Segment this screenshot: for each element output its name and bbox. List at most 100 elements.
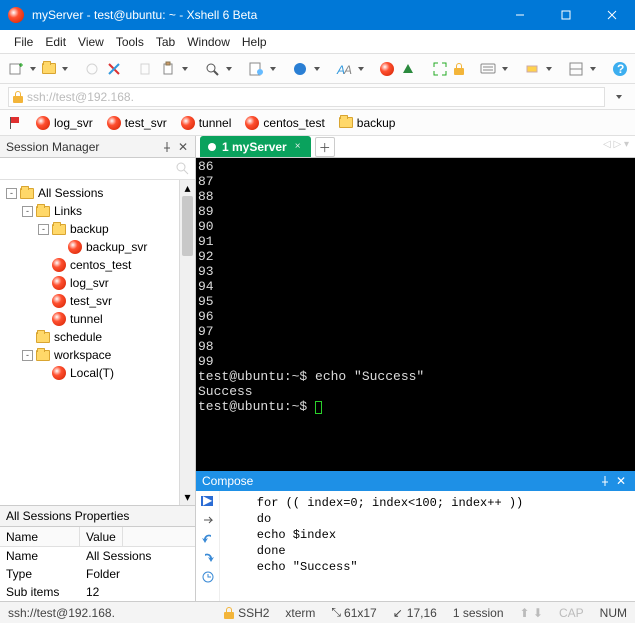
menu-file[interactable]: File bbox=[14, 35, 33, 49]
find-icon[interactable] bbox=[204, 59, 220, 79]
font-dropdown[interactable] bbox=[358, 67, 364, 71]
tree-item[interactable]: tunnel bbox=[0, 310, 179, 328]
link-label: test_svr bbox=[125, 116, 167, 130]
expand-toggle-icon[interactable]: - bbox=[6, 188, 17, 199]
compose-close-icon[interactable]: ✕ bbox=[613, 474, 629, 488]
compose-redo-icon[interactable] bbox=[199, 550, 217, 566]
expand-toggle-icon[interactable]: - bbox=[22, 206, 33, 217]
session-search-input[interactable] bbox=[4, 160, 175, 178]
tab-close-icon[interactable]: × bbox=[293, 142, 303, 152]
xftp-icon[interactable] bbox=[400, 59, 416, 79]
layout-icon[interactable] bbox=[568, 59, 584, 79]
compose-pin-icon[interactable] bbox=[597, 476, 613, 486]
col-name[interactable]: Name bbox=[0, 527, 80, 546]
new-session-dropdown[interactable] bbox=[30, 67, 36, 71]
address-bar: ssh://test@192.168. bbox=[0, 84, 635, 110]
open-folder-icon[interactable] bbox=[42, 59, 56, 79]
menu-help[interactable]: Help bbox=[242, 35, 267, 49]
link-backup[interactable]: backup bbox=[339, 116, 396, 130]
address-field[interactable]: ssh://test@192.168. bbox=[8, 87, 605, 107]
tree-item[interactable]: Local(T) bbox=[0, 364, 179, 382]
tab-myserver[interactable]: 1 myServer × bbox=[200, 136, 311, 157]
status-size: ⤡61x17 bbox=[331, 605, 376, 620]
status-cap: CAP bbox=[559, 606, 584, 620]
tree-item[interactable]: -All Sessions bbox=[0, 184, 179, 202]
scroll-up-icon[interactable]: ▴ bbox=[180, 180, 195, 196]
session-icon bbox=[245, 116, 259, 130]
tree-scrollbar[interactable]: ▴ ▾ bbox=[179, 180, 195, 505]
compose-send-line-icon[interactable] bbox=[199, 512, 217, 528]
copy-icon[interactable] bbox=[138, 59, 154, 79]
expand-toggle-icon[interactable]: - bbox=[22, 350, 33, 361]
new-session-icon[interactable] bbox=[8, 59, 24, 79]
menu-view[interactable]: View bbox=[78, 35, 104, 49]
link-label: centos_test bbox=[263, 116, 324, 130]
compose-undo-icon[interactable] bbox=[199, 531, 217, 547]
compose-textarea[interactable]: for (( index=0; index<100; index++ )) do… bbox=[220, 491, 635, 601]
lock-icon[interactable] bbox=[454, 59, 464, 79]
scroll-thumb[interactable] bbox=[182, 196, 193, 256]
highlight-icon[interactable] bbox=[524, 59, 540, 79]
expand-toggle-icon[interactable]: - bbox=[38, 224, 49, 235]
tree-item-label: log_svr bbox=[70, 276, 109, 290]
tree-item[interactable]: log_svr bbox=[0, 274, 179, 292]
highlight-dropdown[interactable] bbox=[546, 67, 552, 71]
find-dropdown[interactable] bbox=[226, 67, 232, 71]
tree-item[interactable]: -backup bbox=[0, 220, 179, 238]
compose-send-icon[interactable]: ▶ bbox=[199, 493, 217, 509]
scroll-down-icon[interactable]: ▾ bbox=[180, 489, 195, 505]
menu-tools[interactable]: Tools bbox=[116, 35, 144, 49]
search-icon[interactable] bbox=[175, 161, 191, 177]
property-name: Type bbox=[0, 565, 80, 583]
new-tab-button[interactable]: ＋ bbox=[315, 137, 335, 157]
link-log-svr[interactable]: log_svr bbox=[36, 116, 93, 130]
folder-icon bbox=[52, 224, 66, 235]
tree-item[interactable]: backup_svr bbox=[0, 238, 179, 256]
swirl-icon bbox=[52, 258, 66, 272]
color-scheme-icon[interactable] bbox=[292, 59, 308, 79]
properties-icon[interactable] bbox=[248, 59, 264, 79]
terminal-cursor bbox=[315, 401, 322, 414]
link-tunnel[interactable]: tunnel bbox=[181, 116, 232, 130]
xshell-icon[interactable] bbox=[380, 59, 394, 79]
close-panel-icon[interactable]: ✕ bbox=[175, 139, 191, 155]
keyboard-dropdown[interactable] bbox=[502, 67, 508, 71]
properties-header: All Sessions Properties bbox=[0, 505, 195, 527]
fullscreen-icon[interactable] bbox=[432, 59, 448, 79]
tab-status-icon bbox=[208, 143, 216, 151]
close-button[interactable] bbox=[589, 0, 635, 30]
tree-item[interactable]: -workspace bbox=[0, 346, 179, 364]
compose-history-icon[interactable] bbox=[199, 569, 217, 585]
tree-item[interactable]: schedule bbox=[0, 328, 179, 346]
keyboard-icon[interactable] bbox=[480, 59, 496, 79]
color-scheme-dropdown[interactable] bbox=[314, 67, 320, 71]
properties-dropdown[interactable] bbox=[270, 67, 276, 71]
tab-nav-arrows[interactable]: ◁ ▷ ▾ bbox=[603, 139, 629, 150]
layout-dropdown[interactable] bbox=[590, 67, 596, 71]
properties-columns: Name Value bbox=[0, 527, 195, 547]
menu-window[interactable]: Window bbox=[187, 35, 230, 49]
tree-item[interactable]: test_svr bbox=[0, 292, 179, 310]
maximize-button[interactable] bbox=[543, 0, 589, 30]
terminal-output[interactable]: 86 87 88 89 90 91 92 93 94 95 96 97 98 9… bbox=[196, 158, 635, 471]
font-icon[interactable]: AA bbox=[336, 59, 352, 79]
tree-item[interactable]: centos_test bbox=[0, 256, 179, 274]
menu-edit[interactable]: Edit bbox=[45, 35, 66, 49]
links-bar-flag[interactable] bbox=[8, 116, 22, 130]
reconnect-icon[interactable] bbox=[84, 59, 100, 79]
menu-tab[interactable]: Tab bbox=[156, 35, 175, 49]
col-value[interactable]: Value bbox=[80, 527, 123, 546]
disconnect-icon[interactable] bbox=[106, 59, 122, 79]
paste-icon[interactable] bbox=[160, 59, 176, 79]
help-icon[interactable]: ? bbox=[612, 59, 628, 79]
link-test-svr[interactable]: test_svr bbox=[107, 116, 167, 130]
lock-icon bbox=[13, 91, 23, 103]
property-value: All Sessions bbox=[80, 547, 157, 565]
pin-icon[interactable] bbox=[159, 139, 175, 155]
open-folder-dropdown[interactable] bbox=[62, 67, 68, 71]
address-dropdown[interactable] bbox=[611, 95, 627, 99]
tree-item[interactable]: -Links bbox=[0, 202, 179, 220]
paste-dropdown[interactable] bbox=[182, 67, 188, 71]
minimize-button[interactable] bbox=[497, 0, 543, 30]
link-centos-test[interactable]: centos_test bbox=[245, 116, 324, 130]
